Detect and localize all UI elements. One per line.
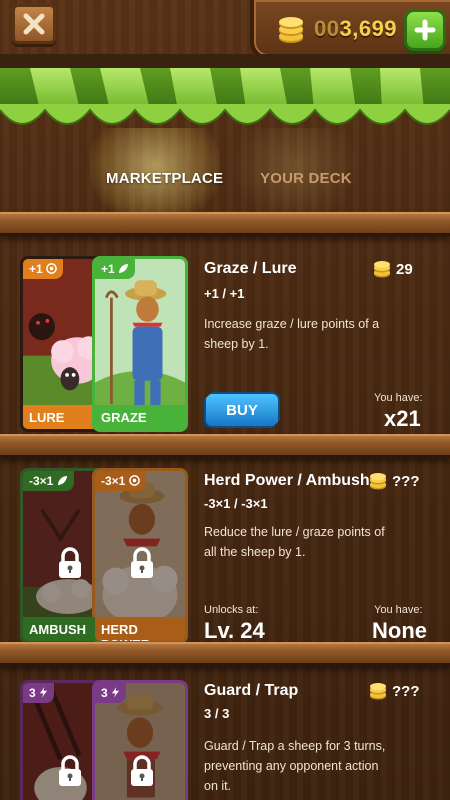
coin-stack-icon [370,473,386,490]
top-bar: 003,699 [0,0,450,60]
item-price: ??? [368,682,420,700]
card-herd-power[interactable]: -3×1 HERD POWER [92,468,188,644]
card-label: HERD POWER [95,617,185,641]
graze-icon [118,263,129,274]
item-description: Increase graze / lure points of a sheep … [204,317,380,351]
tab-marketplace[interactable]: MARKETPLACE [106,170,223,187]
shelf [0,642,450,666]
lightning-icon [39,687,48,698]
item-title: Graze / Lure [204,260,297,277]
coin-stack-icon [279,17,303,43]
price-value: ??? [392,682,420,700]
card-tag: -3×1 [23,471,74,491]
lightning-icon [111,687,120,698]
shelf [0,212,450,236]
owned-label: You have: [374,392,423,404]
lock-icon [131,755,153,786]
item-effect: 3 / 3 [204,706,230,721]
card-tag: 3 [23,683,55,703]
coin-balance: 003,699 [314,16,398,41]
lock-icon [59,547,81,578]
card-trap[interactable]: 3 [92,680,188,800]
item-description: Guard / Trap a sheep for 3 turns, preven… [204,739,386,793]
plus-icon [414,19,436,41]
item-effect: +1 / +1 [204,286,245,301]
shepherd-card-art [95,259,185,429]
card-tag: -3×1 [95,471,146,491]
card-graze[interactable]: +1 GRAZE [92,256,188,432]
close-icon [23,13,45,35]
unlock-level: Lv. 24 [204,618,265,643]
item-description: Reduce the lure / graze points of all th… [204,525,385,559]
shelf [0,434,450,458]
item-price: ??? [368,472,420,490]
item-effect: -3×1 / -3×1 [204,496,268,511]
tab-your-deck[interactable]: YOUR DECK [260,170,352,187]
market-item: 3 3 Guard / Trap ??? 3 / 3 Guard / Trap … [0,680,450,800]
owned-count: x21 [384,406,421,431]
shop-awning [0,54,450,144]
coin-panel: 003,699 [250,0,450,60]
add-coins-button[interactable] [404,9,446,51]
item-title: Herd Power / Ambush [204,472,370,489]
lure-icon [128,475,140,486]
market-item: -3×1 AMBUSH -3×1 HERD POWER [0,466,450,644]
market-item: +1 LURE +1 GRAZE Graze / Lure 29 +1 / +1… [0,254,450,434]
owned-count: None [372,618,427,643]
card-tag: +1 [95,259,136,279]
lock-icon [59,755,81,786]
lure-icon [46,263,57,274]
item-price: 29 [372,260,413,278]
price-value: ??? [392,472,420,490]
price-value: 29 [396,260,413,278]
owned-label: You have: [374,604,423,616]
coin-stack-icon [374,261,390,278]
card-tag: 3 [95,683,127,703]
buy-button[interactable]: BUY [204,392,280,428]
card-tag: +1 [23,259,64,279]
coin-stack-icon [370,683,386,700]
item-title: Guard / Trap [204,682,299,699]
card-label: GRAZE [95,405,185,429]
close-button[interactable] [12,4,56,44]
graze-icon [57,475,67,486]
lock-icon [131,547,153,578]
unlock-label: Unlocks at: [204,604,259,616]
